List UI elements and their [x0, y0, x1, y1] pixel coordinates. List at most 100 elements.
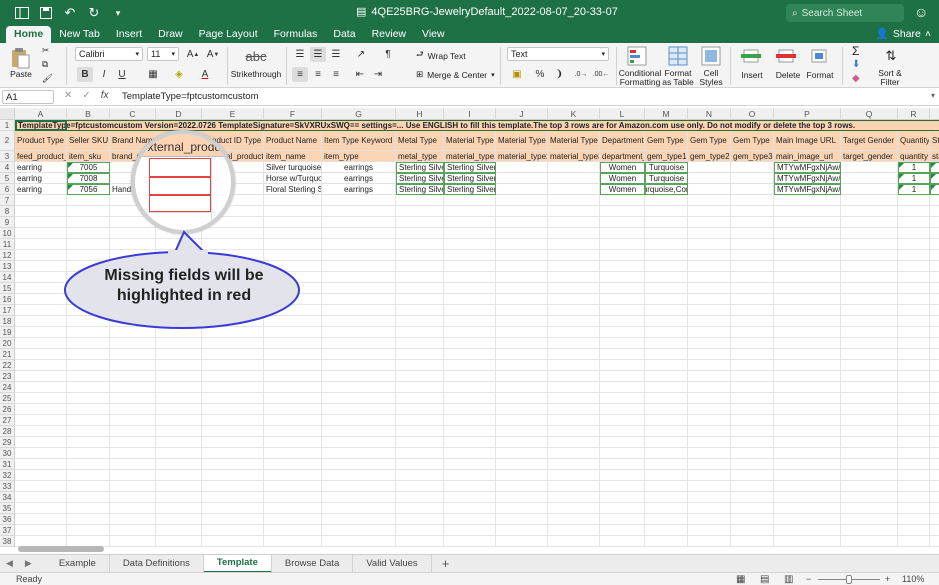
row-header[interactable]: 26	[0, 404, 15, 415]
font-color-icon[interactable]: A	[197, 67, 213, 82]
strikethrough-button[interactable]: Strikethrough	[230, 69, 282, 79]
header-cell[interactable]: Seller SKU	[67, 131, 110, 151]
select-all-corner[interactable]	[0, 108, 15, 120]
row-header[interactable]: 37	[0, 525, 15, 536]
align-top-icon[interactable]: ☰	[292, 47, 308, 62]
horizontal-scrollbar[interactable]	[18, 546, 104, 552]
header-cell[interactable]: main_image_url	[774, 151, 841, 162]
row-header[interactable]: 2	[0, 131, 15, 151]
data-cell[interactable]: Horse w/Turquoise	[264, 173, 322, 184]
row-header[interactable]: 12	[0, 250, 15, 261]
paragraph-direction-icon[interactable]: ¶	[378, 47, 398, 62]
normal-view-icon[interactable]: ▦	[736, 574, 745, 585]
row-header[interactable]: 25	[0, 393, 15, 404]
row-header[interactable]: 19	[0, 327, 15, 338]
strikethrough-icon[interactable]: abc	[236, 49, 276, 64]
column-header-n[interactable]: N	[688, 108, 731, 120]
page-break-view-icon[interactable]: ▥	[784, 574, 793, 585]
delete-cells-icon[interactable]	[775, 48, 797, 66]
column-header-i[interactable]: I	[444, 108, 496, 120]
data-cell[interactable]: earring	[15, 162, 67, 173]
formula-input[interactable]: TemplateType=fptcustomcustom	[122, 91, 259, 102]
row-header[interactable]: 20	[0, 338, 15, 349]
column-header-q[interactable]: Q	[841, 108, 898, 120]
column-header-j[interactable]: J	[496, 108, 548, 120]
conditional-formatting-button[interactable]: Conditional Formatting	[618, 69, 662, 87]
column-header-extra[interactable]	[930, 108, 939, 120]
tab-view[interactable]: View	[414, 26, 453, 43]
row-header[interactable]: 15	[0, 283, 15, 294]
header-cell[interactable]: material_type2	[496, 151, 548, 162]
merge-center-button[interactable]: ⊞ Merge & Center ▾	[416, 69, 495, 80]
row-header[interactable]: 16	[0, 294, 15, 305]
add-sheet-button[interactable]: +	[432, 556, 460, 571]
column-header-o[interactable]: O	[731, 108, 774, 120]
data-cell[interactable]: earring	[15, 173, 67, 184]
data-cell[interactable]	[496, 173, 548, 184]
comma-style-icon[interactable]: ❩	[552, 67, 566, 82]
row-header[interactable]: 31	[0, 459, 15, 470]
data-cell[interactable]	[841, 184, 898, 195]
data-cell[interactable]: Sterling Silver	[396, 162, 444, 173]
column-header-r[interactable]: R	[898, 108, 930, 120]
column-header-b[interactable]: B	[67, 108, 110, 120]
data-cell[interactable]: 7056	[67, 184, 110, 195]
cell-styles-icon[interactable]	[700, 46, 722, 66]
sheet-tab-data-definitions[interactable]: Data Definitions	[110, 554, 204, 573]
row-header[interactable]: 10	[0, 228, 15, 239]
sheet-tab-example[interactable]: Example	[46, 554, 110, 573]
header-cell[interactable]: Metal Type	[396, 131, 444, 151]
data-cell[interactable]: Turquoise,Coral	[645, 184, 688, 195]
search-sheet-field[interactable]: ⌕ Search Sheet	[786, 4, 904, 22]
row-header[interactable]: 23	[0, 371, 15, 382]
tab-new-tab[interactable]: New Tab	[51, 26, 108, 43]
header-cell[interactable]: Gem Type	[731, 131, 774, 151]
header-cell[interactable]: Gem Type	[688, 131, 731, 151]
tab-review[interactable]: Review	[364, 26, 414, 43]
row-header[interactable]: 14	[0, 272, 15, 283]
column-header-k[interactable]: K	[548, 108, 600, 120]
zoom-in-button[interactable]: +	[885, 574, 890, 584]
data-cell[interactable]: Sterling Silver	[444, 162, 496, 173]
borders-icon[interactable]: ▦	[143, 67, 163, 82]
row-header[interactable]: 29	[0, 437, 15, 448]
autosum-icon[interactable]: Σ	[852, 44, 859, 58]
cut-icon[interactable]: ✂	[42, 45, 49, 56]
data-cell[interactable]: 1	[898, 162, 930, 173]
data-cell[interactable]	[548, 162, 600, 173]
data-cell[interactable]: Sterling Silver	[396, 173, 444, 184]
data-cell[interactable]: earrings	[322, 162, 396, 173]
data-cell[interactable]: Turquoise	[645, 173, 688, 184]
format-button[interactable]: Format	[804, 70, 836, 80]
header-cell[interactable]: Material Type	[444, 131, 496, 151]
header-cell[interactable]: material_type3	[548, 151, 600, 162]
paste-icon[interactable]	[9, 47, 31, 69]
format-as-table-icon[interactable]	[667, 46, 689, 66]
row-header[interactable]: 35	[0, 503, 15, 514]
data-cell[interactable]: Floral Sterling Silver	[264, 184, 322, 195]
header-cell[interactable]: department_name	[600, 151, 645, 162]
tab-insert[interactable]: Insert	[108, 26, 150, 43]
row-header[interactable]: 30	[0, 448, 15, 459]
data-cell[interactable]: Silver turquoise Cluster	[264, 162, 322, 173]
data-cell[interactable]	[930, 162, 939, 173]
increase-indent-icon[interactable]: ⇥	[370, 67, 386, 82]
row-header[interactable]: 9	[0, 217, 15, 228]
row-header[interactable]: 27	[0, 415, 15, 426]
scroll-right-icon[interactable]: ▶	[19, 558, 38, 569]
expand-formula-bar-icon[interactable]: ▾	[931, 91, 935, 100]
tab-home[interactable]: Home	[6, 26, 52, 43]
italic-button[interactable]: I	[96, 67, 112, 82]
header-cell[interactable]: TemplateType=fptcustomcustom Version=202…	[15, 120, 939, 131]
data-cell[interactable]	[548, 184, 600, 195]
header-cell[interactable]: Gem Type	[645, 131, 688, 151]
data-cell[interactable]	[688, 184, 731, 195]
data-cell[interactable]: Sterling Silver	[444, 173, 496, 184]
cell-styles-button[interactable]: Cell Styles	[698, 69, 724, 87]
clear-icon[interactable]: ◆	[852, 73, 860, 84]
column-header-c[interactable]: C	[110, 108, 156, 120]
row-header[interactable]: 7	[0, 195, 15, 206]
data-cell[interactable]: MTYwMFgxNjAw/z/	[774, 162, 841, 173]
header-cell[interactable]: Material Type	[548, 131, 600, 151]
decrease-font-size-button[interactable]: A ▼	[204, 47, 222, 62]
